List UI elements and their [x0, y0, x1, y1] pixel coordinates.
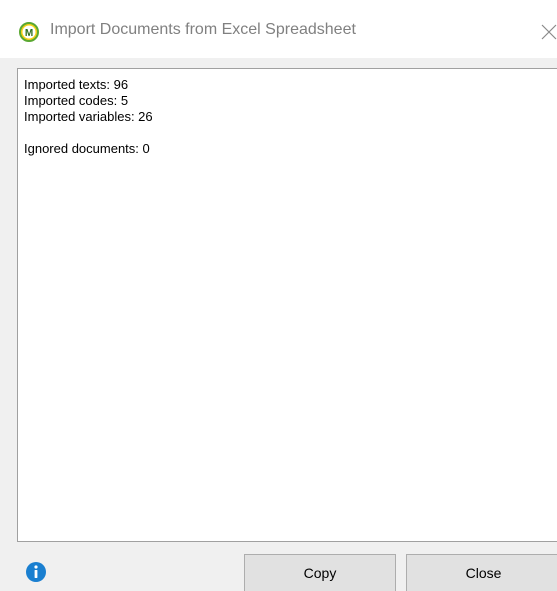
close-button[interactable]: Close	[406, 554, 557, 591]
window-title: Import Documents from Excel Spreadsheet	[50, 21, 356, 38]
copy-button[interactable]: Copy	[244, 554, 396, 591]
import-dialog: M Import Documents from Excel Spreadshee…	[0, 0, 557, 591]
import-report-textbox[interactable]: Imported texts: 96 Imported codes: 5 Imp…	[17, 68, 557, 542]
imported-texts-line: Imported texts: 96	[24, 77, 129, 92]
info-icon[interactable]	[25, 561, 47, 583]
svg-text:M: M	[25, 28, 33, 39]
imported-codes-line: Imported codes: 5	[24, 93, 129, 108]
close-icon[interactable]	[537, 20, 557, 44]
title-bar[interactable]: M Import Documents from Excel Spreadshee…	[0, 0, 557, 58]
ignored-documents-line: Ignored documents: 0	[24, 141, 150, 156]
maxqda-logo-icon: M	[19, 22, 39, 42]
imported-variables-line: Imported variables: 26	[24, 109, 153, 124]
